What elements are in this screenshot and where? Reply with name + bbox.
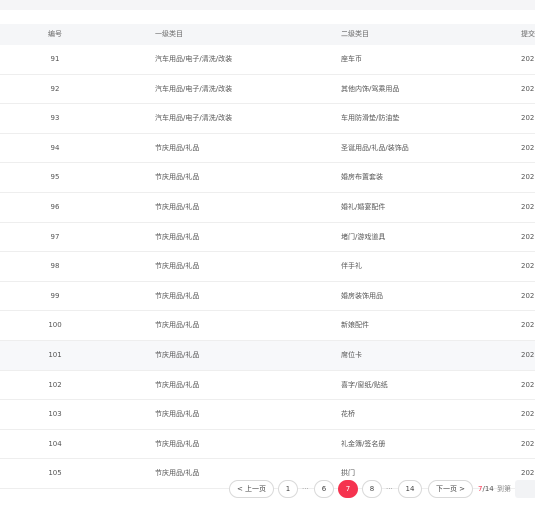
cell-id: 104: [48, 439, 62, 448]
cell-submit-time: 202: [521, 84, 535, 93]
cell-secondary-category: 席位卡: [341, 350, 362, 359]
page-button-6[interactable]: 6: [314, 480, 334, 498]
cell-id: 102: [48, 380, 62, 389]
table-row[interactable]: 96 节庆用品/礼品 婚礼/婚宴配件 202: [0, 193, 535, 223]
page-button-8[interactable]: 8: [362, 480, 382, 498]
cell-id: 97: [50, 232, 60, 241]
cell-submit-time: 202: [521, 114, 535, 123]
cell-secondary-category: 伴手礼: [341, 262, 362, 271]
cell-secondary-category: 婚房布置套装: [341, 173, 383, 182]
cell-primary-category: 节庆用品/礼品: [155, 143, 200, 152]
table-row[interactable]: 103 节庆用品/礼品 花桥 202: [0, 400, 535, 430]
page-button-1[interactable]: 1: [278, 480, 298, 498]
top-bar: [0, 0, 535, 10]
cell-primary-category: 节庆用品/礼品: [155, 410, 200, 419]
cell-secondary-category: 礼金簿/签名册: [341, 439, 386, 448]
cell-primary-category: 汽车用品/电子/清洗/改装: [155, 55, 233, 63]
cell-primary-category: 节庆用品/礼品: [155, 380, 200, 389]
cell-id: 94: [50, 143, 60, 152]
cell-submit-time: 202: [521, 232, 535, 241]
cell-primary-category: 节庆用品/礼品: [155, 202, 200, 211]
cell-primary-category: 节庆用品/礼品: [155, 232, 200, 241]
page-button-7-current[interactable]: 7: [338, 480, 358, 498]
prev-page-button[interactable]: < 上一页: [229, 480, 274, 498]
cell-primary-category: 节庆用品/礼品: [155, 321, 200, 330]
cell-primary-category: 节庆用品/礼品: [155, 291, 200, 300]
header-id: 编号: [48, 30, 62, 38]
cell-id: 95: [50, 173, 60, 182]
table-row[interactable]: 104 节庆用品/礼品 礼金簿/签名册 202: [0, 430, 535, 460]
cell-secondary-category: 喜字/窗纸/贴纸: [341, 380, 388, 389]
cell-id: 100: [48, 321, 62, 330]
cell-id: 92: [50, 84, 60, 93]
cell-id: 93: [50, 114, 60, 123]
pagination-ellipsis-right: ···: [386, 485, 393, 493]
header-secondary-category: 二级类目: [341, 30, 369, 38]
table-header: 编号 一级类目 二级类目 提交: [0, 24, 535, 45]
cell-secondary-category: 婚礼/婚宴配件: [341, 202, 386, 211]
cell-submit-time: 202: [521, 321, 535, 330]
cell-primary-category: 节庆用品/礼品: [155, 350, 200, 359]
header-submit-time: 提交: [521, 30, 535, 38]
cell-submit-time: 202: [521, 55, 535, 63]
cell-secondary-category: 婚房装饰用品: [341, 291, 383, 300]
table-body: 91 汽车用品/电子/清洗/改装 座车币 202 92 汽车用品/电子/清洗/改装 其他内饰…: [0, 45, 535, 489]
table-row[interactable]: 98 节庆用品/礼品 伴手礼 202: [0, 252, 535, 282]
cell-submit-time: 202: [521, 350, 535, 359]
page-counter: 7/14: [478, 480, 494, 498]
cell-secondary-category: 车用防滑垫/防油垫: [341, 114, 400, 123]
table-row[interactable]: 94 节庆用品/礼品 圣诞用品/礼品/装饰品 202: [0, 134, 535, 164]
table-row[interactable]: 91 汽车用品/电子/清洗/改装 座车币 202: [0, 45, 535, 75]
cell-primary-category: 节庆用品/礼品: [155, 262, 200, 271]
cell-id: 98: [50, 262, 60, 271]
cell-secondary-category: 堵门/游戏道具: [341, 232, 386, 241]
cell-secondary-category: 座车币: [341, 55, 362, 63]
table-row[interactable]: 100 节庆用品/礼品 新娘配件 202: [0, 311, 535, 341]
cell-secondary-category: 圣诞用品/礼品/装饰品: [341, 143, 409, 152]
table-row[interactable]: 101 节庆用品/礼品 席位卡 202: [0, 340, 535, 371]
cell-submit-time: 202: [521, 202, 535, 211]
page-counter-total: /14: [482, 485, 494, 493]
cell-submit-time: 202: [521, 410, 535, 419]
table-row[interactable]: 99 节庆用品/礼品 婚房装饰用品 202: [0, 282, 535, 312]
cell-primary-category: 汽车用品/电子/清洗/改装: [155, 114, 233, 123]
table-row[interactable]: 102 节庆用品/礼品 喜字/窗纸/贴纸 202: [0, 371, 535, 401]
next-page-button[interactable]: 下一页 >: [428, 480, 473, 498]
cell-primary-category: 节庆用品/礼品: [155, 439, 200, 448]
cell-secondary-category: 花桥: [341, 410, 355, 419]
table-row[interactable]: 93 汽车用品/电子/清洗/改装 车用防滑垫/防油垫 202: [0, 104, 535, 134]
cell-id: 96: [50, 202, 60, 211]
page-button-14[interactable]: 14: [398, 480, 422, 498]
cell-secondary-category: 新娘配件: [341, 321, 369, 330]
cell-submit-time: 202: [521, 291, 535, 300]
cell-submit-time: 202: [521, 380, 535, 389]
cell-id: 99: [50, 291, 60, 300]
cell-id: 103: [48, 410, 62, 419]
header-primary-category: 一级类目: [155, 30, 183, 38]
cell-submit-time: 202: [521, 439, 535, 448]
goto-label: 到第: [497, 485, 511, 493]
category-table: 编号 一级类目 二级类目 提交 91 汽车用品/电子/清洗/改装 座车币 202 92 汽…: [0, 24, 535, 489]
table-row[interactable]: 97 节庆用品/礼品 堵门/游戏道具 202: [0, 223, 535, 253]
pagination-ellipsis-left: ···: [302, 485, 309, 493]
cell-submit-time: 202: [521, 173, 535, 182]
table-row[interactable]: 92 汽车用品/电子/清洗/改装 其他内饰/驾乘用品 202: [0, 75, 535, 105]
cell-submit-time: 202: [521, 143, 535, 152]
pagination: < 上一页 1 ··· 6 7 8 ··· 14 下一页 > 7/14 到第: [0, 480, 535, 498]
cell-id: 101: [48, 350, 62, 359]
cell-primary-category: 汽车用品/电子/清洗/改装: [155, 84, 233, 93]
cell-primary-category: 节庆用品/礼品: [155, 173, 200, 182]
cell-submit-time: 202: [521, 262, 535, 271]
table-row[interactable]: 95 节庆用品/礼品 婚房布置套装 202: [0, 163, 535, 193]
goto-page-input[interactable]: [515, 480, 535, 498]
cell-secondary-category: 其他内饰/驾乘用品: [341, 84, 400, 93]
cell-id: 91: [50, 55, 60, 63]
